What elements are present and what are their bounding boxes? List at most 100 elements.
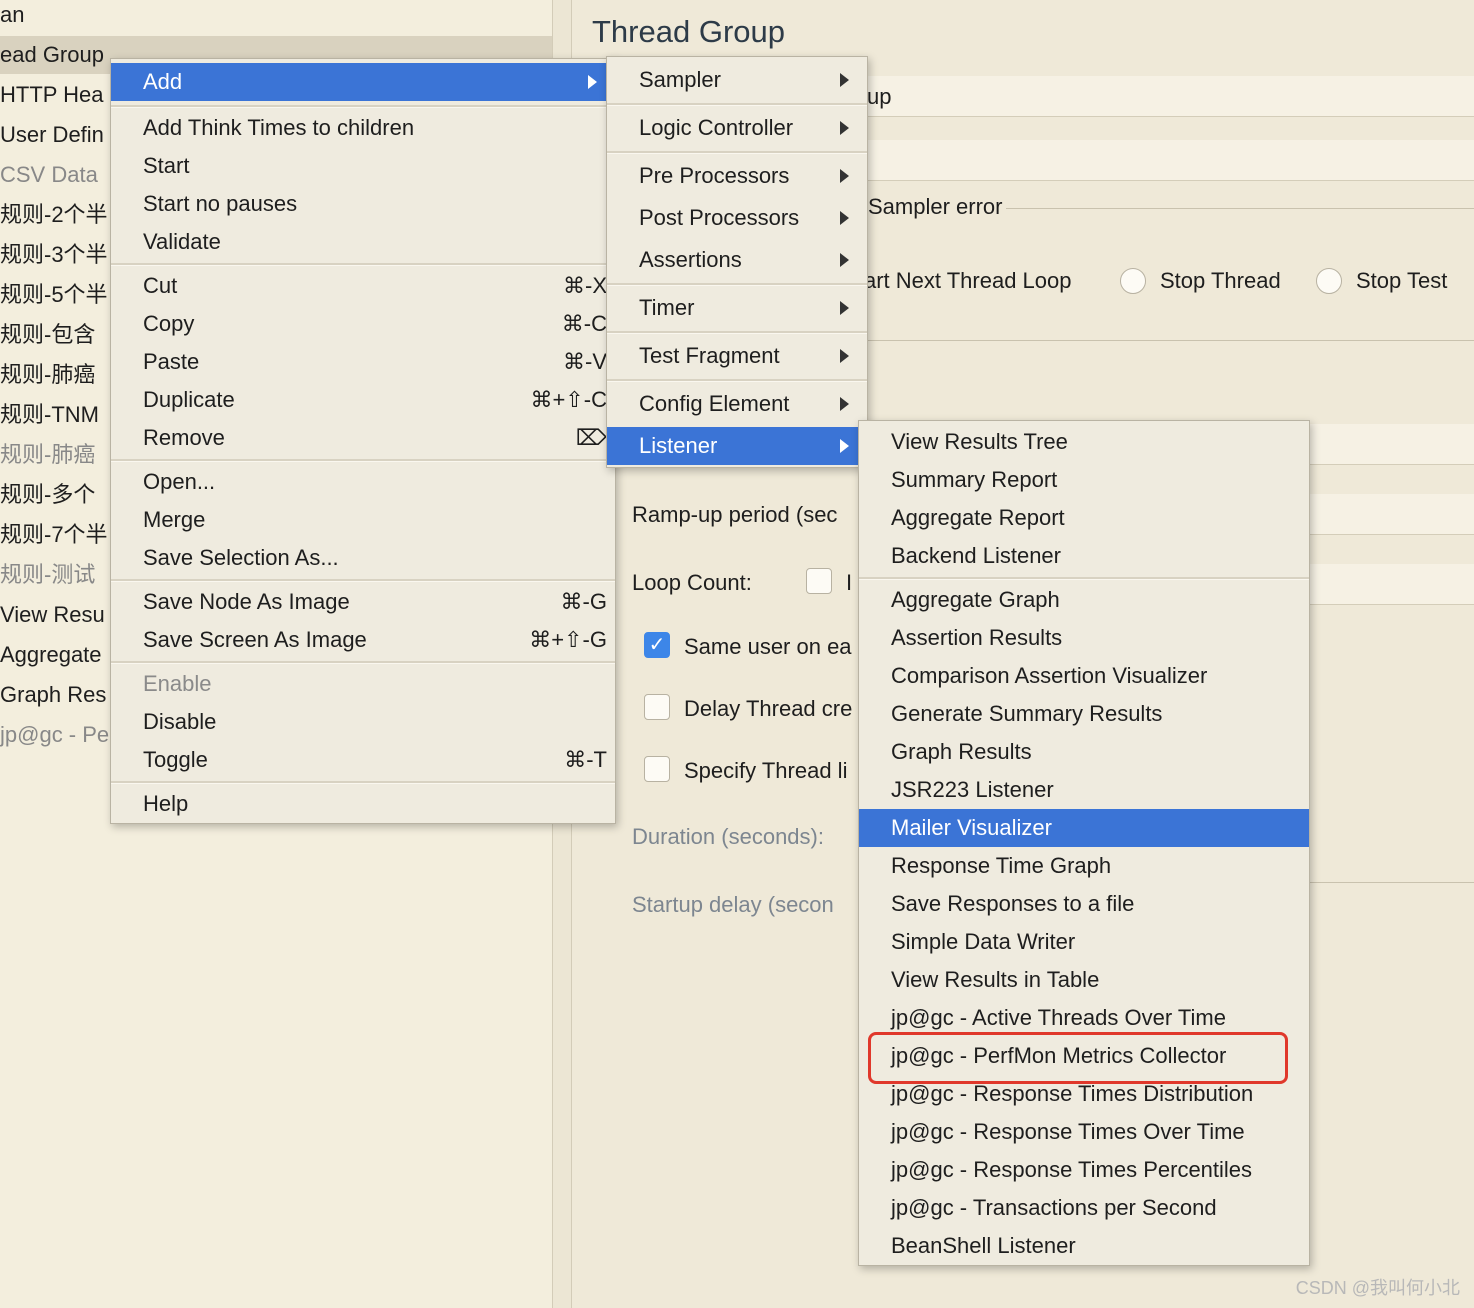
listener-item[interactable]: Assertion Results [859, 619, 1309, 657]
tree-item[interactable]: 规则-多个 [0, 476, 95, 514]
same-user-checkbox[interactable]: ✓ [644, 632, 670, 658]
listener-item[interactable]: jp@gc - Response Times Over Time [859, 1113, 1309, 1151]
menu-item-label: Simple Data Writer [891, 929, 1076, 954]
listener-item[interactable]: Backend Listener [859, 537, 1309, 575]
menu-item-paste[interactable]: Paste ⌘-V [111, 343, 615, 381]
listener-item[interactable]: jp@gc - Response Times Percentiles [859, 1151, 1309, 1189]
menu-item-validate[interactable]: Validate [111, 223, 615, 261]
menu-item-label: Summary Report [891, 467, 1058, 492]
submenu-item-logic-controller[interactable]: Logic Controller [607, 109, 867, 147]
submenu-item-config-element[interactable]: Config Element [607, 385, 867, 423]
listener-item[interactable]: Generate Summary Results [859, 695, 1309, 733]
listener-item[interactable]: Save Responses to a file [859, 885, 1309, 923]
menu-item-label: Backend Listener [891, 543, 1061, 568]
menu-item-label: Help [143, 791, 189, 816]
tree-item-thread-group[interactable]: ead Group [0, 36, 104, 74]
menu-item-merge[interactable]: Merge [111, 501, 615, 539]
menu-item-help[interactable]: Help [111, 785, 615, 823]
tree-item[interactable]: 规则-7个半 [0, 516, 108, 554]
submenu-item-pre-processors[interactable]: Pre Processors [607, 157, 867, 195]
menu-item-save-screen-image[interactable]: Save Screen As Image ⌘+⇧-G [111, 621, 615, 659]
menu-separator [111, 105, 615, 108]
menu-item-save-selection[interactable]: Save Selection As... [111, 539, 615, 577]
menu-item-start-no-pauses[interactable]: Start no pauses [111, 185, 615, 223]
listener-item[interactable]: Aggregate Report [859, 499, 1309, 537]
tree-item[interactable]: View Resu [0, 596, 105, 634]
delay-thread-checkbox[interactable] [644, 694, 670, 720]
radio-stop-test[interactable] [1316, 268, 1342, 294]
menu-item-add[interactable]: Add [111, 63, 615, 101]
submenu-item-sampler[interactable]: Sampler [607, 61, 867, 99]
listener-item[interactable]: Summary Report [859, 461, 1309, 499]
radio-stop-test-label[interactable]: Stop Test [1356, 268, 1447, 294]
submenu-item-assertions[interactable]: Assertions [607, 241, 867, 279]
menu-shortcut: ⌘+⇧-G [529, 627, 607, 652]
menu-item-copy[interactable]: Copy ⌘-C [111, 305, 615, 343]
listener-item[interactable]: View Results Tree [859, 423, 1309, 461]
menu-item-label: Aggregate Graph [891, 587, 1060, 612]
menu-separator [607, 379, 867, 382]
menu-shortcut: ⌘-T [564, 747, 607, 772]
menu-item-label: Post Processors [639, 205, 800, 230]
tree-item[interactable]: 规则-5个半 [0, 276, 108, 314]
listener-item[interactable]: JSR223 Listener [859, 771, 1309, 809]
menu-item-remove[interactable]: Remove ⌦ [111, 419, 615, 457]
menu-item-label: Comparison Assertion Visualizer [891, 663, 1208, 688]
menu-item-label: Test Fragment [639, 343, 780, 368]
submenu-item-timer[interactable]: Timer [607, 289, 867, 327]
menu-item-cut[interactable]: Cut ⌘-X [111, 267, 615, 305]
tree-item[interactable]: 规则-肺癌 [0, 356, 95, 394]
menu-item-open[interactable]: Open... [111, 463, 615, 501]
menu-item-label: Response Time Graph [891, 853, 1112, 878]
submenu-item-post-processors[interactable]: Post Processors [607, 199, 867, 237]
tree-item[interactable]: Aggregate [0, 636, 102, 674]
tree-item[interactable]: 规则-2个半 [0, 196, 108, 234]
tree-item[interactable]: 规则-包含 [0, 316, 95, 354]
submenu-item-test-fragment[interactable]: Test Fragment [607, 337, 867, 375]
tree-item[interactable]: Graph Res [0, 676, 106, 714]
menu-item-label: Save Node As Image [143, 589, 350, 614]
tree-item[interactable]: 规则-肺癌 [0, 436, 95, 474]
menu-separator [111, 263, 615, 266]
annotation-highlight-box [868, 1032, 1288, 1084]
tree-item[interactable]: 规则-3个半 [0, 236, 108, 274]
listener-item[interactable]: Graph Results [859, 733, 1309, 771]
tree-item[interactable]: jp@gc - Pe [0, 716, 109, 754]
listener-item[interactable]: Simple Data Writer [859, 923, 1309, 961]
menu-item-duplicate[interactable]: Duplicate ⌘+⇧-C [111, 381, 615, 419]
listener-item[interactable]: BeanShell Listener [859, 1227, 1309, 1265]
context-menu: Add Add Think Times to children Start St… [110, 58, 616, 824]
menu-item-disable[interactable]: Disable [111, 703, 615, 741]
listener-item[interactable]: Response Time Graph [859, 847, 1309, 885]
specify-thread-checkbox[interactable] [644, 756, 670, 782]
startup-delay-label: Startup delay (secon [632, 892, 834, 917]
submenu-item-listener[interactable]: Listener [607, 427, 867, 465]
tree-item[interactable]: HTTP Hea [0, 76, 104, 114]
radio-stop-thread-label[interactable]: Stop Thread [1160, 268, 1281, 294]
tree-item[interactable]: an [0, 0, 24, 34]
menu-item-toggle[interactable]: Toggle ⌘-T [111, 741, 615, 779]
menu-item-save-node-image[interactable]: Save Node As Image ⌘-G [111, 583, 615, 621]
menu-item-label: Assertions [639, 247, 742, 272]
listener-item[interactable]: View Results in Table [859, 961, 1309, 999]
tree-item[interactable]: 规则-TNM [0, 396, 99, 434]
radio-stop-thread[interactable] [1120, 268, 1146, 294]
menu-item-add-think-times[interactable]: Add Think Times to children [111, 109, 615, 147]
tree-item[interactable]: CSV Data [0, 156, 98, 194]
listener-item-mailer-visualizer[interactable]: Mailer Visualizer [859, 809, 1309, 847]
menu-item-label: Save Selection As... [143, 545, 339, 570]
tree-item[interactable]: 规则-测试 [0, 556, 95, 594]
tree-item[interactable]: User Defin [0, 116, 104, 154]
menu-item-label: Add [143, 69, 183, 94]
submenu-arrow-icon [840, 169, 849, 183]
listener-item[interactable]: jp@gc - Transactions per Second [859, 1189, 1309, 1227]
menu-item-start[interactable]: Start [111, 147, 615, 185]
menu-item-label: View Results Tree [891, 429, 1068, 454]
loop-infinite-checkbox[interactable] [806, 568, 832, 594]
menu-item-label: jp@gc - Response Times Percentiles [891, 1157, 1253, 1182]
listener-item[interactable]: Aggregate Graph [859, 581, 1309, 619]
menu-separator [607, 103, 867, 106]
listener-item[interactable]: Comparison Assertion Visualizer [859, 657, 1309, 695]
radio-start-next-loop-label[interactable]: art Next Thread Loop [864, 268, 1072, 294]
submenu-arrow-icon [840, 253, 849, 267]
